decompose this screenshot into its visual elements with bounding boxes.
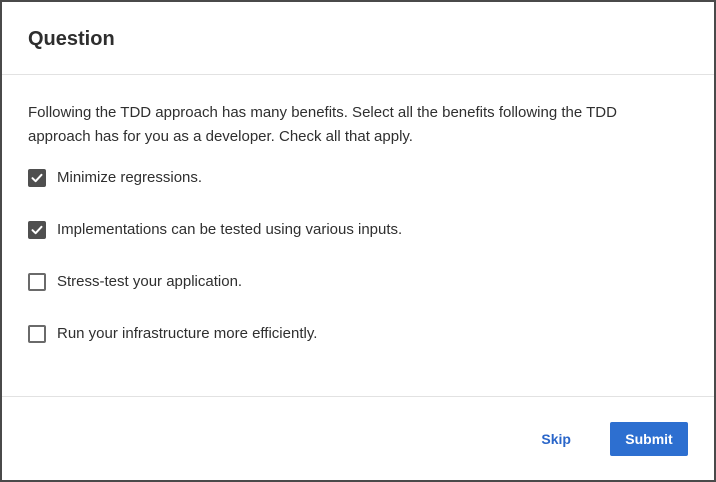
- dialog-title: Question: [28, 28, 115, 50]
- option-4-checkbox[interactable]: [28, 325, 46, 343]
- checkmark-icon: [31, 225, 43, 235]
- option-2-label: Implementations can be tested using vari…: [57, 221, 403, 238]
- option-3-label: Stress-test your application.: [57, 273, 243, 290]
- option-3-checkbox[interactable]: [28, 273, 46, 291]
- answer-options: Minimize regressions. Implementations ca…: [28, 165, 688, 347]
- dialog-header: Question: [2, 2, 714, 75]
- answer-option-4[interactable]: Run your infrastructure more efficiently…: [28, 321, 688, 347]
- dialog-footer: Skip Submit: [529, 422, 688, 456]
- option-4-label: Run your infrastructure more efficiently…: [57, 325, 318, 342]
- question-prompt: Following the TDD approach has many bene…: [28, 104, 617, 145]
- option-2-checkbox[interactable]: [28, 221, 46, 239]
- answer-option-3[interactable]: Stress-test your application.: [28, 269, 688, 295]
- option-1-label: Minimize regressions.: [57, 169, 203, 186]
- skip-button[interactable]: Skip: [529, 423, 583, 455]
- question-dialog: Question Following the TDD approach has …: [0, 0, 716, 482]
- answer-option-2[interactable]: Implementations can be tested using vari…: [28, 217, 688, 243]
- checkmark-icon: [31, 173, 43, 183]
- option-1-checkbox[interactable]: [28, 169, 46, 187]
- submit-button[interactable]: Submit: [610, 422, 688, 456]
- dialog-body: Following the TDD approach has many bene…: [2, 75, 714, 397]
- answer-option-1[interactable]: Minimize regressions.: [28, 165, 688, 191]
